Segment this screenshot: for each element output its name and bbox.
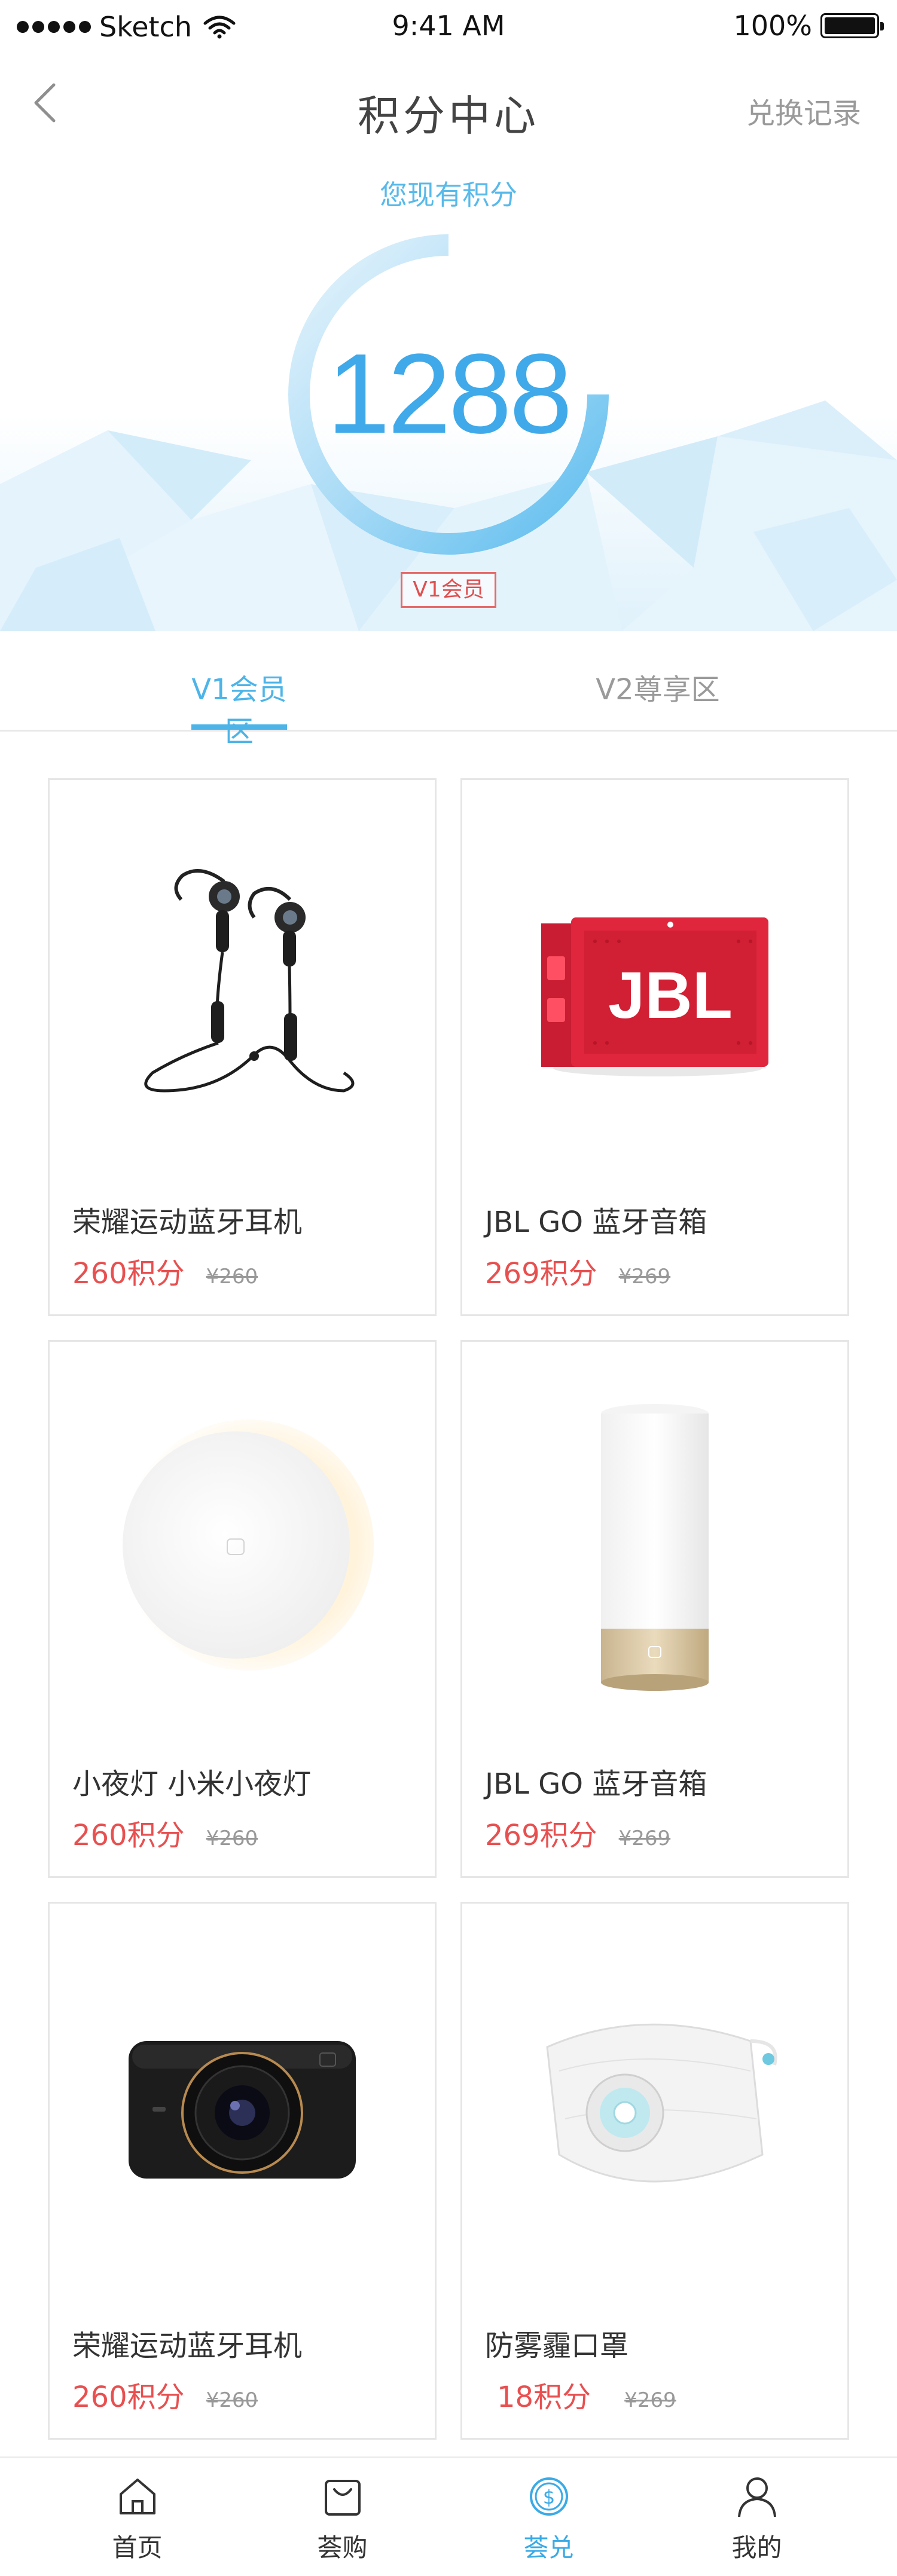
points-value: 1288: [327, 331, 573, 457]
night-light-image: [50, 1342, 435, 1748]
product-card[interactable]: 荣耀运动蓝牙耳机 260积分 ¥260: [48, 778, 437, 1316]
tabbar-item-profile[interactable]: 我的: [645, 2458, 869, 2576]
status-bar: Sketch 9:41 AM 100%: [0, 0, 897, 53]
price-row: 260积分 ¥260: [72, 2373, 258, 2415]
user-icon: [738, 2477, 776, 2517]
product-card[interactable]: JBL JBL GO 蓝牙音箱 269积分 ¥269: [460, 778, 849, 1316]
product-card[interactable]: 防雾霾口罩 18积分 ¥269: [460, 1902, 849, 2440]
price-row: 269积分 ¥269: [485, 1250, 670, 1292]
zone-tabs: V1会员区 V2尊享区: [0, 631, 897, 748]
mask-image: [462, 1904, 847, 2310]
product-points: 18积分: [497, 2381, 591, 2414]
product-name: 荣耀运动蓝牙耳机: [72, 1206, 303, 1239]
tabbar-item-shop[interactable]: 荟购: [230, 2458, 454, 2576]
product-name: JBL GO 蓝牙音箱: [485, 1767, 707, 1801]
speaker-image: JBL: [462, 780, 847, 1186]
coin-exchange-icon: $: [530, 2477, 568, 2516]
member-level-badge: V1会员: [401, 572, 496, 608]
bedside-lamp-image: [462, 1342, 847, 1748]
original-price: ¥260: [206, 2388, 258, 2412]
tab-v1-member-zone[interactable]: V1会员区: [179, 666, 299, 749]
product-points: 260积分: [72, 1819, 185, 1852]
product-name: JBL GO 蓝牙音箱: [485, 1206, 707, 1239]
price-row: 260积分 ¥260: [72, 1812, 258, 1853]
status-right: 100%: [733, 10, 884, 42]
product-points: 269积分: [485, 1819, 597, 1852]
dashcam-image: [50, 1904, 435, 2310]
tabbar-label: 荟购: [317, 2533, 368, 2562]
battery-percentage: 100%: [733, 10, 812, 42]
home-icon: [120, 2479, 155, 2514]
original-price: ¥269: [624, 2388, 676, 2412]
original-price: ¥269: [618, 1265, 671, 1289]
product-card[interactable]: JBL GO 蓝牙音箱 269积分 ¥269: [460, 1340, 849, 1878]
tabbar-item-exchange[interactable]: $ 荟兑: [437, 2458, 661, 2576]
bottom-tab-bar: 首页 荟购 $ 荟兑 我的: [0, 2456, 897, 2576]
original-price: ¥260: [206, 1827, 258, 1850]
tabbar-item-home[interactable]: 首页: [25, 2458, 249, 2576]
product-name: 防雾霾口罩: [485, 2329, 629, 2363]
tabbar-label: 荟兑: [523, 2533, 574, 2562]
active-tab-indicator: [191, 724, 287, 730]
battery-icon: [820, 13, 884, 38]
exchange-history-link[interactable]: 兑换记录: [746, 90, 861, 131]
product-card[interactable]: 荣耀运动蓝牙耳机 260积分 ¥260: [48, 1902, 437, 2440]
tabbar-label: 我的: [731, 2533, 782, 2562]
product-points: 260积分: [72, 1257, 185, 1290]
product-card[interactable]: 小夜灯 小米小夜灯 260积分 ¥260: [48, 1340, 437, 1878]
points-hero: 您现有积分 1288 V1会员: [0, 149, 897, 631]
product-points: 269积分: [485, 1257, 597, 1290]
product-points: 260积分: [72, 2381, 185, 2414]
svg-text:JBL: JBL: [608, 959, 733, 1032]
product-name: 荣耀运动蓝牙耳机: [72, 2329, 303, 2363]
product-name: 小夜灯 小米小夜灯: [72, 1767, 312, 1801]
original-price: ¥260: [206, 1265, 258, 1289]
price-row: 260积分 ¥260: [72, 1250, 258, 1292]
price-row: 18积分 ¥269: [497, 2373, 676, 2415]
svg-text:$: $: [543, 2486, 555, 2508]
original-price: ¥269: [618, 1827, 671, 1850]
tabbar-label: 首页: [112, 2533, 163, 2562]
price-row: 269积分 ¥269: [485, 1812, 670, 1853]
earphones-image: [50, 780, 435, 1186]
shopping-bag-icon: [325, 2480, 361, 2516]
nav-bar: 积分中心 兑换记录: [0, 60, 897, 149]
tab-v2-premium-zone[interactable]: V2尊享区: [580, 666, 736, 708]
points-caption: 您现有积分: [380, 179, 517, 211]
